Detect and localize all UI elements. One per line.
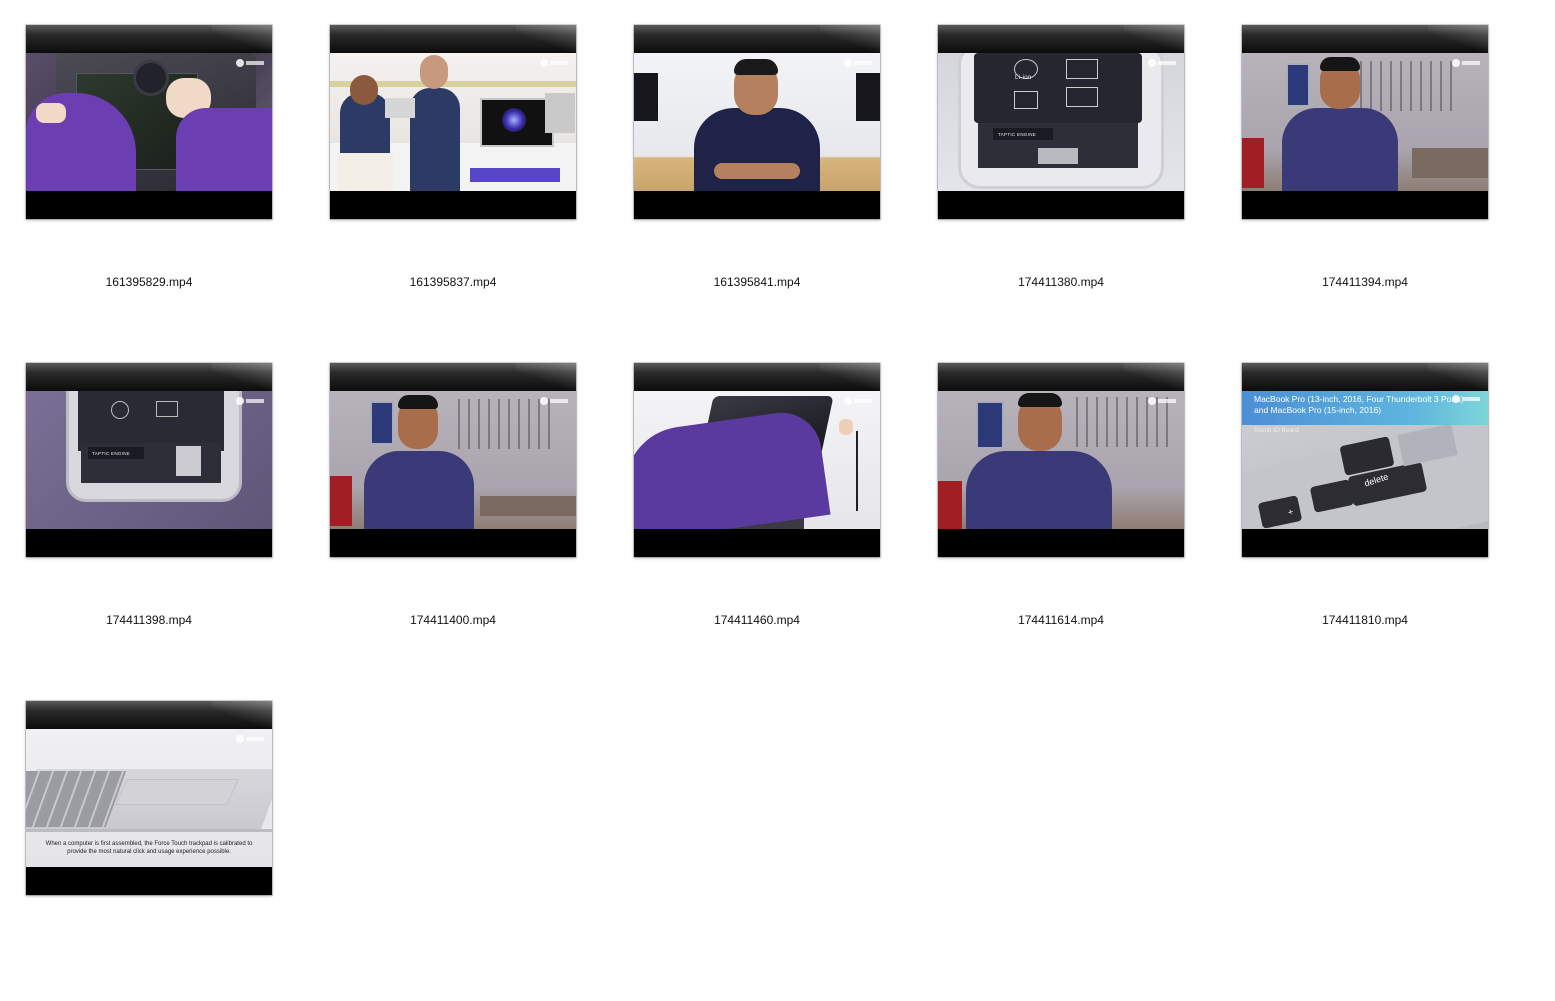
video-thumbnail[interactable]: When a computer is first assembled, the …: [26, 701, 272, 895]
file-item[interactable]: 161395841.mp4: [634, 25, 882, 325]
video-thumbnail[interactable]: delete + MacBook Pro (13-inch, 2016, Fou…: [1242, 363, 1488, 557]
file-item[interactable]: 174411460.mp4: [634, 363, 882, 663]
trackpad-caption: When a computer is first assembled, the …: [45, 841, 253, 855]
file-name[interactable]: 174411398.mp4: [26, 613, 272, 627]
file-name[interactable]: 174411460.mp4: [634, 613, 880, 627]
file-name[interactable]: 174411400.mp4: [330, 613, 576, 627]
video-thumbnail[interactable]: [1242, 25, 1488, 219]
file-item[interactable]: 161395837.mp4: [330, 25, 578, 325]
file-item[interactable]: 174411400.mp4: [330, 363, 578, 663]
file-name[interactable]: 174411614.mp4: [938, 613, 1184, 627]
file-item[interactable]: Li-ion TAPTIC ENGINE 174411380.mp4: [938, 25, 1186, 325]
file-item[interactable]: When a computer is first assembled, the …: [26, 701, 274, 1001]
caption-line-1: MacBook Pro (13-inch, 2016, Four Thunder…: [1254, 394, 1464, 404]
caption-line-2: and MacBook Pro (15-inch, 2016): [1254, 405, 1382, 415]
video-thumbnail[interactable]: [330, 363, 576, 557]
file-name[interactable]: 161395841.mp4: [634, 275, 880, 289]
file-grid: 161395829.mp4 161395837.mp4 161395841.mp…: [0, 0, 1555, 927]
file-name[interactable]: 161395829.mp4: [26, 275, 272, 289]
file-name[interactable]: 174411394.mp4: [1242, 275, 1488, 289]
file-item[interactable]: delete + MacBook Pro (13-inch, 2016, Fou…: [1242, 363, 1490, 663]
taptic-label: TAPTIC ENGINE: [998, 132, 1037, 137]
file-item[interactable]: 174411614.mp4: [938, 363, 1186, 663]
video-thumbnail[interactable]: [634, 25, 880, 219]
taptic-label: TAPTIC ENGINE: [92, 451, 131, 456]
file-name[interactable]: 174411380.mp4: [938, 275, 1184, 289]
battery-label: Li-ion: [1015, 75, 1032, 81]
video-thumbnail[interactable]: Li-ion TAPTIC ENGINE: [938, 25, 1184, 219]
video-thumbnail[interactable]: TAPTIC ENGINE: [26, 363, 272, 557]
file-item[interactable]: 161395829.mp4: [26, 25, 274, 325]
file-name[interactable]: 174411810.mp4: [1242, 613, 1488, 627]
video-thumbnail[interactable]: [634, 363, 880, 557]
file-name[interactable]: 161395837.mp4: [330, 275, 576, 289]
caption-subtitle: Touch ID Board: [1254, 427, 1299, 434]
file-item[interactable]: 174411394.mp4: [1242, 25, 1490, 325]
video-thumbnail[interactable]: [938, 363, 1184, 557]
video-thumbnail[interactable]: [26, 25, 272, 219]
video-thumbnail[interactable]: [330, 25, 576, 219]
file-item[interactable]: TAPTIC ENGINE 174411398.mp4: [26, 363, 274, 663]
